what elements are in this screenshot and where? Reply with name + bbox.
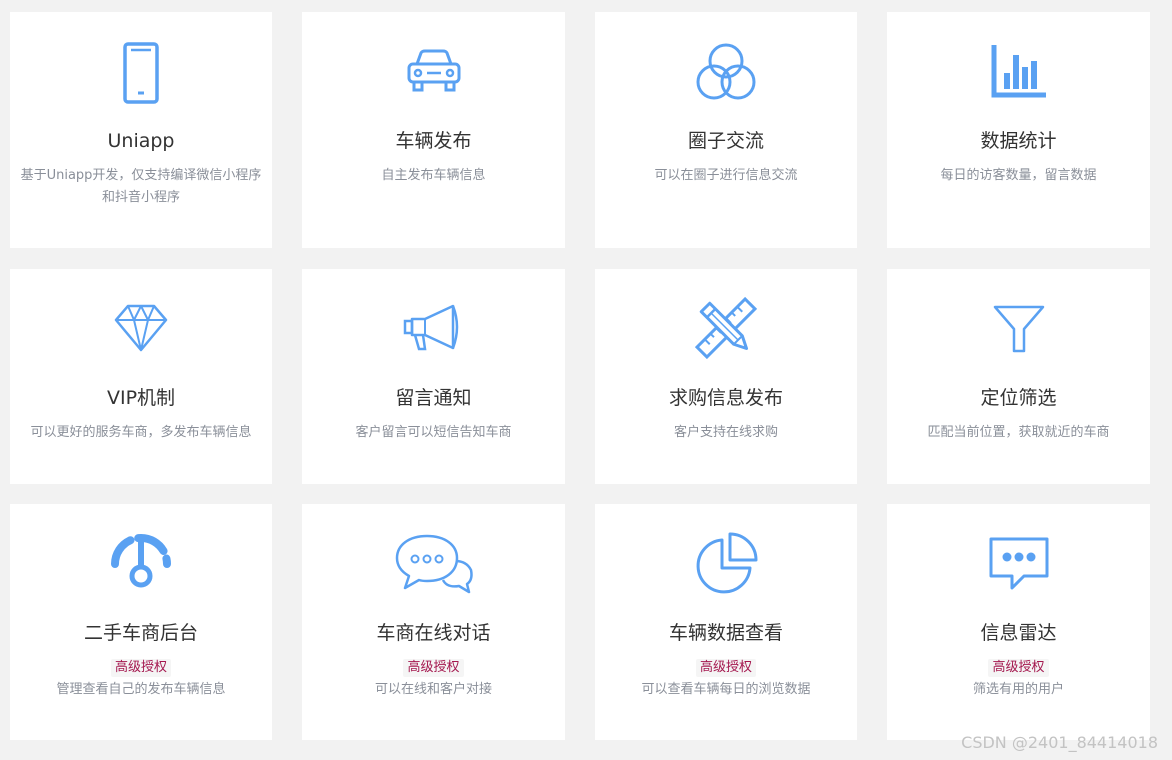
pie-chart-icon — [595, 532, 857, 596]
chat-bubbles-icon — [302, 532, 565, 596]
card-description: 客户支持在线求购 — [673, 425, 778, 440]
card-title: 圈子交流 — [687, 130, 764, 152]
card-title: 车商在线对话 — [376, 622, 491, 644]
card-description: 每日的访客数量，留言数据 — [940, 168, 1097, 183]
feature-card-location-filter[interactable]: 定位筛选 匹配当前位置，获取就近的车商 — [887, 269, 1150, 484]
feature-card-circle-exchange[interactable]: 圈子交流 可以在圈子进行信息交流 — [595, 12, 857, 248]
card-description: 筛选有用的用户 — [972, 682, 1064, 697]
feature-card-dealer-chat[interactable]: 车商在线对话 高级授权 可以在线和客户对接 — [302, 504, 565, 740]
feature-card-info-radar[interactable]: 信息雷达 高级授权 筛选有用的用户 — [887, 504, 1150, 740]
card-description: 可以更好的服务车商，多发布车辆信息 — [30, 425, 252, 440]
ruler-pencil-icon — [595, 297, 857, 359]
feature-card-vehicle-publish[interactable]: 车辆发布 自主发布车辆信息 — [302, 12, 565, 248]
card-title: Uniapp — [107, 130, 175, 152]
filter-icon — [887, 305, 1150, 353]
card-title: 留言通知 — [395, 387, 472, 409]
card-description: 管理查看自己的发布车辆信息 — [56, 682, 226, 697]
card-title: 求购信息发布 — [668, 387, 783, 409]
card-description: 自主发布车辆信息 — [381, 168, 486, 183]
card-description: 可以在圈子进行信息交流 — [654, 168, 798, 183]
feature-card-dealer-backend[interactable]: 二手车商后台 高级授权 管理查看自己的发布车辆信息 — [10, 504, 272, 740]
card-title: 二手车商后台 — [83, 622, 198, 644]
premium-badge: 高级授权 — [110, 659, 171, 677]
card-title: VIP机制 — [106, 387, 176, 409]
message-icon — [887, 536, 1150, 592]
diamond-icon — [10, 303, 272, 353]
card-description: 客户留言可以短信告知车商 — [355, 425, 512, 440]
feature-card-uniapp[interactable]: Uniapp 基于Uniapp开发，仅支持编译微信小程序和抖音小程序 — [10, 12, 272, 248]
card-title: 车辆数据查看 — [668, 622, 783, 644]
card-title: 数据统计 — [980, 130, 1057, 152]
feature-card-statistics[interactable]: 数据统计 每日的访客数量，留言数据 — [887, 12, 1150, 248]
watermark: CSDN @2401_84414018 — [961, 733, 1158, 752]
premium-badge: 高级授权 — [988, 659, 1049, 677]
card-description: 可以在线和客户对接 — [374, 682, 492, 697]
premium-badge: 高级授权 — [403, 659, 464, 677]
card-title: 信息雷达 — [980, 622, 1057, 644]
circles-icon — [595, 42, 857, 102]
feature-card-purchase-request[interactable]: 求购信息发布 客户支持在线求购 — [595, 269, 857, 484]
phone-icon — [10, 42, 272, 104]
card-description: 匹配当前位置，获取就近的车商 — [927, 425, 1110, 440]
megaphone-icon — [302, 303, 565, 353]
card-description: 可以查看车辆每日的浏览数据 — [641, 682, 811, 697]
feature-card-vip[interactable]: VIP机制 可以更好的服务车商，多发布车辆信息 — [10, 269, 272, 484]
feature-card-vehicle-data[interactable]: 车辆数据查看 高级授权 可以查看车辆每日的浏览数据 — [595, 504, 857, 740]
premium-badge: 高级授权 — [695, 659, 756, 677]
card-title: 定位筛选 — [980, 387, 1057, 409]
card-title: 车辆发布 — [395, 130, 472, 152]
car-icon — [302, 48, 565, 94]
dashboard-icon — [10, 534, 272, 590]
feature-card-message-notify[interactable]: 留言通知 客户留言可以短信告知车商 — [302, 269, 565, 484]
card-description: 基于Uniapp开发，仅支持编译微信小程序和抖音小程序 — [20, 168, 262, 205]
bar-chart-icon — [887, 43, 1150, 99]
